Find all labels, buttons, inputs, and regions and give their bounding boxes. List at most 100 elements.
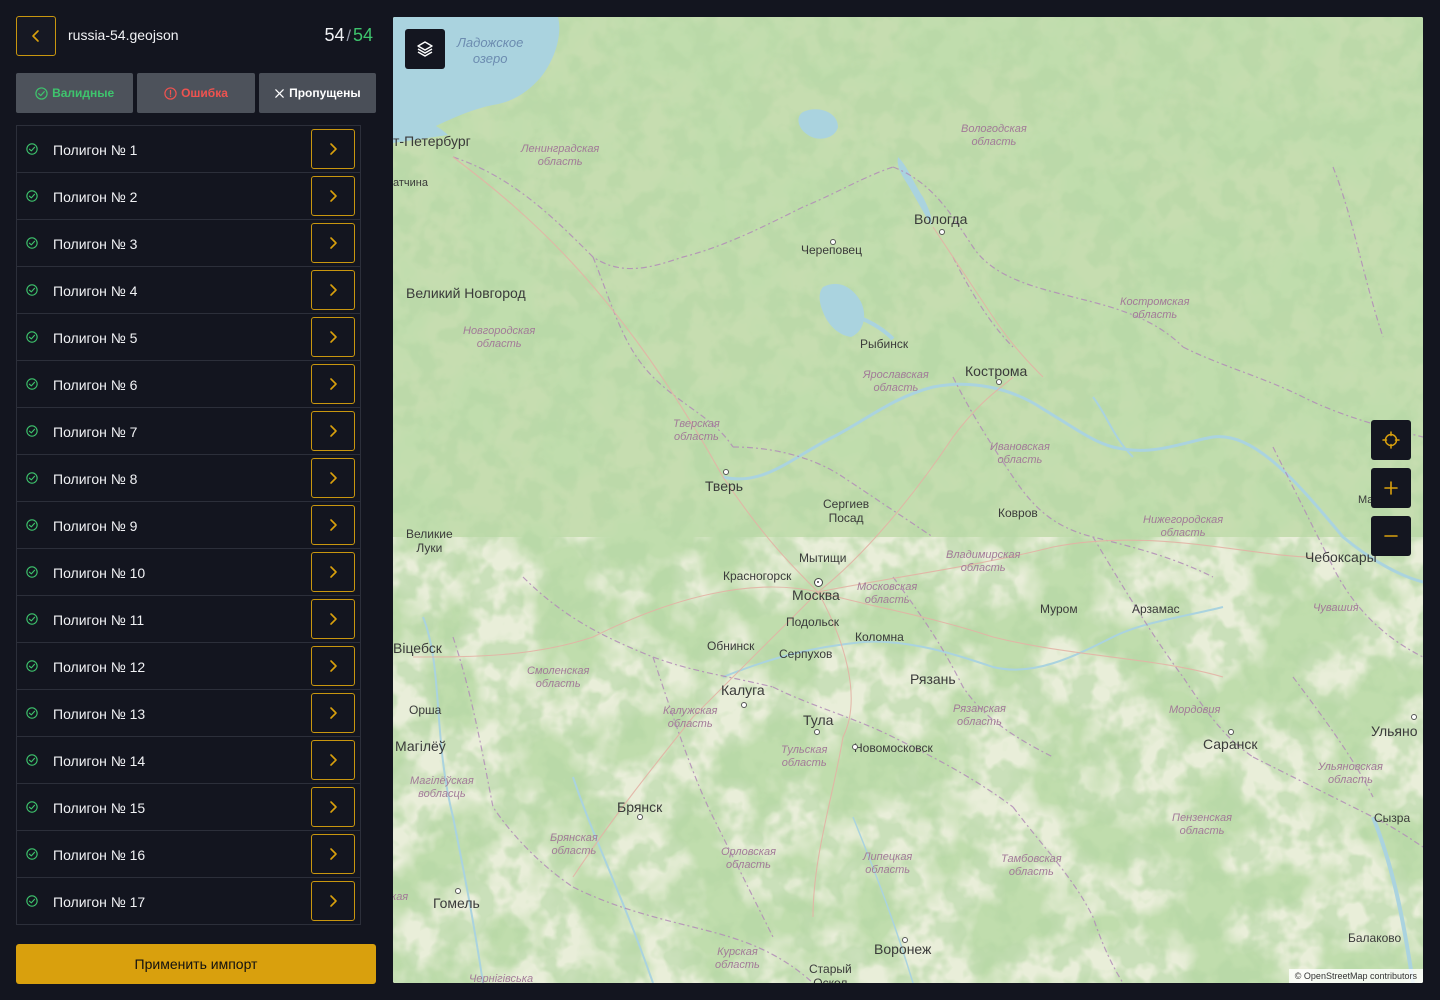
- polygon-row[interactable]: Полигон № 13: [16, 689, 361, 737]
- open-polygon-button[interactable]: [311, 458, 355, 498]
- polygon-row[interactable]: Полигон № 11: [16, 595, 361, 643]
- open-polygon-button[interactable]: [311, 364, 355, 404]
- polygon-row[interactable]: Полигон № 5: [16, 313, 361, 361]
- city-label: Череповец: [801, 243, 862, 257]
- filter-skipped-label: Пропущены: [289, 86, 361, 100]
- crosshair-icon: [1382, 431, 1400, 449]
- city-label: Тула: [803, 712, 834, 728]
- city-label: Сергиев Посад: [823, 497, 870, 525]
- locate-button[interactable]: [1371, 420, 1411, 460]
- open-polygon-button[interactable]: [311, 646, 355, 686]
- polygon-row[interactable]: Полигон № 2: [16, 172, 361, 220]
- chevron-right-icon: [330, 848, 337, 860]
- open-polygon-button[interactable]: [311, 270, 355, 310]
- polygon-row-label: Полигон № 3: [53, 236, 138, 252]
- open-polygon-button[interactable]: [311, 317, 355, 357]
- chevron-right-icon: [330, 519, 337, 531]
- region-label: Ульяновская область: [1318, 761, 1383, 786]
- region-label: Чернігівська: [469, 973, 534, 983]
- check-circle-icon: [26, 190, 38, 202]
- polygon-row[interactable]: Полигон № 8: [16, 454, 361, 502]
- city-label: Рязань: [910, 671, 956, 687]
- check-circle-icon: [26, 237, 38, 249]
- layers-button[interactable]: [405, 29, 445, 69]
- polygon-row[interactable]: Полигон № 16: [16, 830, 361, 878]
- open-polygon-button[interactable]: [311, 505, 355, 545]
- region-label: Нижегородская область: [1143, 514, 1224, 539]
- polygon-row-label: Полигон № 15: [53, 800, 146, 816]
- back-button[interactable]: [16, 16, 56, 56]
- city-label: Москва: [792, 587, 840, 603]
- check-circle-icon: [26, 425, 38, 437]
- region-label: Тамбовская область: [1001, 853, 1062, 878]
- map-attribution[interactable]: © OpenStreetMap contributors: [1288, 969, 1423, 983]
- polygon-row[interactable]: Полигон № 17: [16, 877, 361, 925]
- check-circle-icon: [26, 707, 38, 719]
- check-circle-icon: [26, 331, 38, 343]
- polygon-row[interactable]: Полигон № 6: [16, 360, 361, 408]
- polygon-row[interactable]: Полигон № 14: [16, 736, 361, 784]
- open-polygon-button[interactable]: [311, 834, 355, 874]
- check-circle-icon: [26, 613, 38, 625]
- polygon-row[interactable]: Полигон № 10: [16, 548, 361, 596]
- city-label: Віцебск: [393, 640, 442, 656]
- filter-error-button[interactable]: Ошибка: [137, 73, 255, 113]
- city-marker: [1411, 714, 1417, 720]
- polygon-row-label: Полигон № 13: [53, 706, 146, 722]
- chevron-right-icon: [330, 425, 337, 437]
- city-marker: [939, 229, 945, 235]
- lake-label: Ладожское озеро: [457, 35, 524, 66]
- city-label: Магілёў: [395, 738, 446, 754]
- region-label: Вологодская область: [961, 123, 1027, 148]
- filter-valid-button[interactable]: Валидные: [16, 73, 134, 113]
- polygon-row[interactable]: Полигон № 12: [16, 642, 361, 690]
- open-polygon-button[interactable]: [311, 552, 355, 592]
- chevron-right-icon: [330, 143, 337, 155]
- open-polygon-button[interactable]: [311, 740, 355, 780]
- open-polygon-button[interactable]: [311, 693, 355, 733]
- city-label: Саранск: [1203, 736, 1258, 752]
- polygon-row-label: Полигон № 6: [53, 377, 138, 393]
- region-label: Владимирская область: [946, 549, 1021, 574]
- polygon-row[interactable]: Полигон № 4: [16, 266, 361, 314]
- city-marker: [455, 888, 461, 894]
- city-label: Великий Новгород: [406, 285, 526, 301]
- polygon-row[interactable]: Полигон № 1: [16, 125, 361, 173]
- chevron-right-icon: [330, 707, 337, 719]
- city-marker: [1228, 729, 1234, 735]
- region-label: Ивановская область: [990, 441, 1050, 466]
- open-polygon-button[interactable]: [311, 787, 355, 827]
- open-polygon-button[interactable]: [311, 411, 355, 451]
- polygon-list[interactable]: Полигон № 1 Полигон № 2 Полигон № 3 Полигон…: [16, 125, 361, 932]
- polygon-row-label: Полигон № 5: [53, 330, 138, 346]
- counter-separator: /: [346, 28, 351, 45]
- zoom-out-button[interactable]: [1371, 516, 1411, 556]
- chevron-right-icon: [330, 331, 337, 343]
- region-label: Тверская область: [673, 418, 720, 443]
- city-label: Муром: [1040, 602, 1078, 616]
- open-polygon-button[interactable]: [311, 176, 355, 216]
- city-label: атчина: [393, 177, 428, 189]
- city-label: Коломна: [855, 630, 904, 644]
- open-polygon-button[interactable]: [311, 223, 355, 263]
- city-marker: [814, 729, 820, 735]
- open-polygon-button[interactable]: [311, 129, 355, 169]
- apply-import-button[interactable]: Применить импорт: [16, 944, 376, 984]
- city-label: Тверь: [705, 478, 744, 494]
- filter-skipped-button[interactable]: Пропущены: [258, 73, 376, 113]
- region-label: Новгородская область: [463, 325, 536, 350]
- polygon-row[interactable]: Полигон № 15: [16, 783, 361, 831]
- polygon-row[interactable]: Полигон № 9: [16, 501, 361, 549]
- polygon-row-label: Полигон № 16: [53, 847, 146, 863]
- zoom-in-button[interactable]: [1371, 468, 1411, 508]
- city-label: Кострома: [965, 363, 1028, 379]
- polygon-row[interactable]: Полигон № 3: [16, 219, 361, 267]
- open-polygon-button[interactable]: [311, 881, 355, 921]
- polygon-row-label: Полигон № 9: [53, 518, 138, 534]
- city-marker: [637, 814, 643, 820]
- city-label: Брянск: [617, 799, 663, 815]
- open-polygon-button[interactable]: [311, 599, 355, 639]
- map-view[interactable]: Ладожское озеро Ленинградская область Во…: [393, 17, 1423, 983]
- polygon-row[interactable]: Полигон № 7: [16, 407, 361, 455]
- city-label: Серпухов: [779, 647, 833, 661]
